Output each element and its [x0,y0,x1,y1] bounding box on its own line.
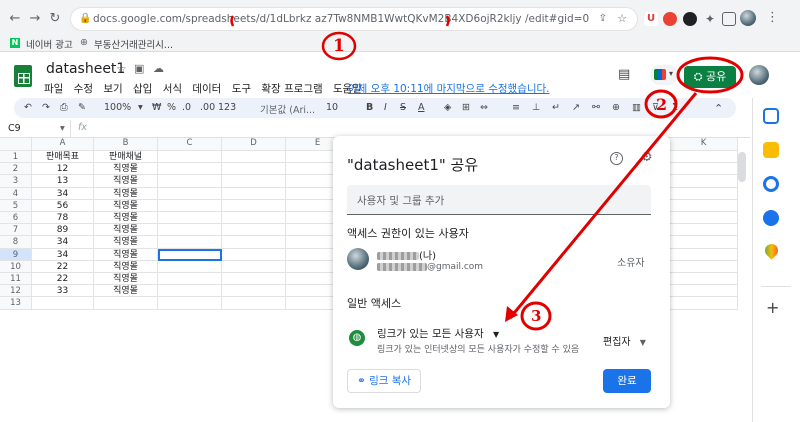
annotation-overlay [230,15,744,331]
annotation-arrow [508,92,698,319]
annotation-bracket-right [445,15,450,27]
annotation-label-2: 2 [656,95,668,114]
annotation-bracket-left [230,15,235,27]
annotation-circle-share [676,56,744,94]
annotation-label-3: 3 [531,307,542,325]
annotation-label-1: 1 [333,36,345,56]
